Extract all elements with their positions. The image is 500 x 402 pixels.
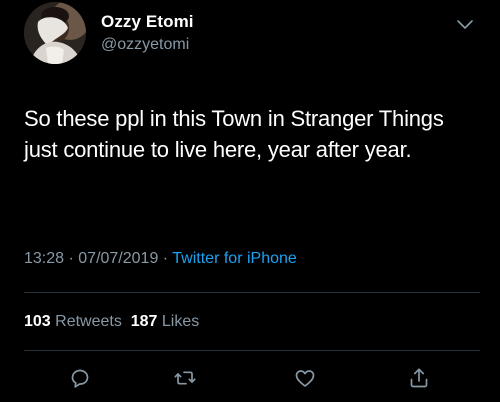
tweet-time: 13:28 [24, 250, 65, 267]
divider [24, 350, 480, 351]
like-button[interactable] [291, 364, 319, 392]
meta-separator: · [64, 250, 79, 267]
avatar-image [24, 2, 86, 64]
share-icon [410, 368, 428, 388]
tweet-date: 07/07/2019 [78, 250, 159, 267]
tweet-card: Ozzy Etomi @ozzyetomi So these ppl in th… [0, 0, 500, 402]
retweet-icon [174, 371, 196, 385]
avatar[interactable] [24, 2, 86, 64]
heart-icon [295, 370, 315, 387]
divider [24, 292, 480, 293]
share-button[interactable] [405, 364, 433, 392]
tweet-source-link[interactable]: Twitter for iPhone [172, 250, 297, 267]
display-name[interactable]: Ozzy Etomi [101, 12, 194, 32]
chevron-down-icon[interactable] [456, 18, 474, 32]
likes-count: 187 [130, 313, 158, 330]
tweet-text: So these ppl in this Town in Stranger Th… [24, 106, 444, 162]
retweets-label: Retweets [55, 313, 122, 330]
likes-stat[interactable]: 187 Likes [131, 313, 200, 330]
reply-icon [71, 369, 89, 388]
user-handle[interactable]: @ozzyetomi [101, 36, 189, 54]
retweets-count: 103 [24, 313, 51, 330]
retweet-button[interactable] [171, 364, 199, 392]
meta-separator: · [158, 250, 173, 267]
likes-label: Likes [161, 313, 200, 330]
retweets-stat[interactable]: 103 Retweets [24, 313, 122, 330]
tweet-stats: 103 Retweets 187 Likes [24, 313, 199, 331]
reply-button[interactable] [66, 364, 94, 392]
tweet-meta: 13:28 · 07/07/2019 · Twitter for iPhone [24, 250, 297, 268]
